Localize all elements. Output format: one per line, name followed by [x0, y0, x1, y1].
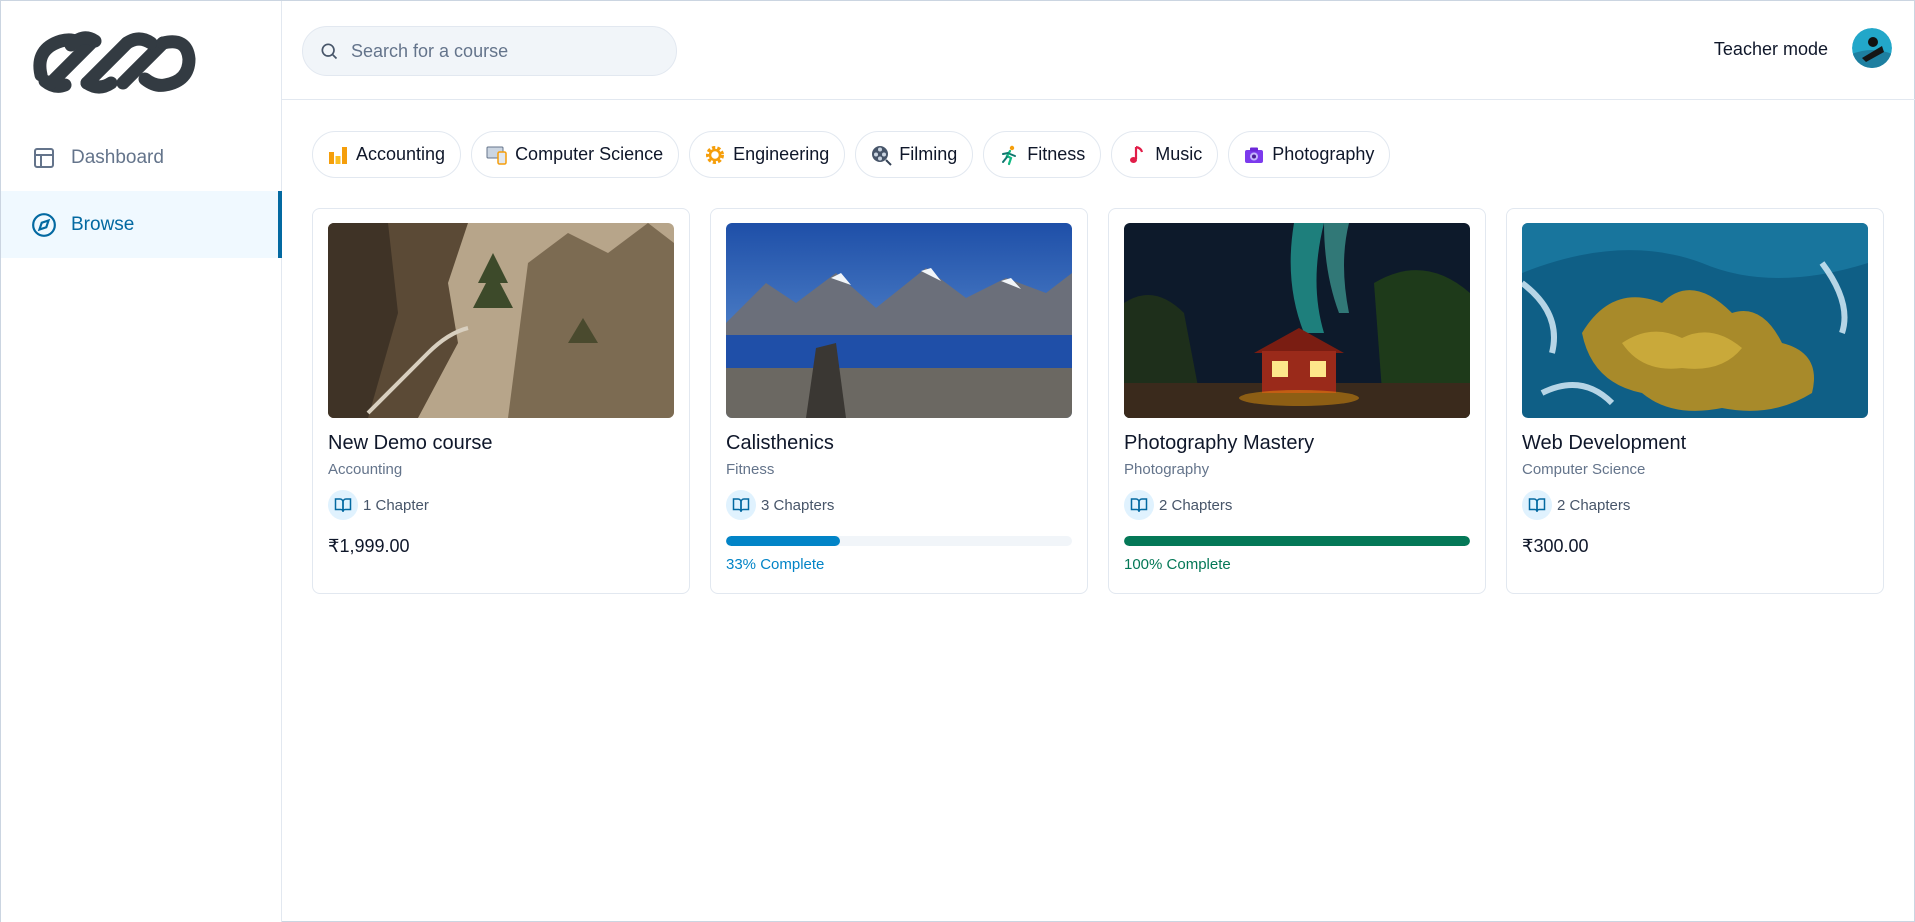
search-icon [321, 43, 338, 60]
course-price: ₹300.00 [1522, 536, 1589, 556]
course-title: Web Development [1522, 432, 1687, 454]
sidebar-item-label: Dashboard [71, 146, 164, 168]
category-chip-photography[interactable]: Photography [1228, 131, 1391, 178]
course-title: New Demo course [328, 432, 493, 454]
course-price: ₹1,999.00 [328, 536, 410, 556]
progress-bar [1124, 536, 1470, 546]
chapter-count: 3 Chapters [726, 490, 1072, 520]
sidebar-item-label: Browse [71, 213, 135, 235]
category-chip-engineering[interactable]: Engineering [689, 131, 846, 178]
book-open-icon [726, 490, 756, 520]
book-open-icon [1124, 490, 1154, 520]
course-card[interactable]: New Demo course Accounting 1 Chapter ₹1,… [312, 208, 690, 594]
chapter-count-label: 3 Chapters [761, 496, 835, 514]
course-title: Photography Mastery [1124, 432, 1315, 454]
course-thumbnail [328, 223, 674, 418]
search-input[interactable] [351, 40, 671, 62]
course-card[interactable]: Photography Mastery Photography 2 Chapte… [1108, 208, 1486, 594]
film-reel-icon [870, 144, 892, 166]
chapter-count-label: 2 Chapters [1159, 496, 1233, 514]
course-thumbnail [726, 223, 1072, 418]
course-card[interactable]: Web Development Computer Science 2 Chapt… [1506, 208, 1884, 594]
course-grid: New Demo course Accounting 1 Chapter ₹1,… [312, 208, 1884, 594]
course-category: Computer Science [1522, 461, 1646, 478]
chapter-count-label: 2 Chapters [1557, 496, 1631, 514]
computer-icon [486, 144, 508, 166]
book-open-icon [328, 490, 358, 520]
logo-icon[interactable] [31, 29, 196, 95]
running-icon [998, 144, 1020, 166]
category-label: Music [1155, 144, 1203, 164]
progress-label: 33% Complete [726, 556, 825, 573]
app-window: Dashboard Browse Teacher mode [0, 0, 1915, 922]
sidebar: Dashboard Browse [1, 1, 282, 922]
chapter-count: 1 Chapter [328, 490, 674, 520]
category-label: Fitness [1027, 144, 1086, 164]
course-thumbnail [1124, 223, 1470, 418]
course-category: Fitness [726, 461, 775, 478]
category-chip-accounting[interactable]: Accounting [312, 131, 462, 178]
bar-chart-icon [327, 144, 349, 166]
top-bar: Teacher mode [282, 1, 1915, 100]
category-filter-bar: Accounting Computer Science Engineering … [312, 131, 1391, 178]
gear-icon [704, 144, 726, 166]
category-label: Accounting [356, 144, 446, 164]
course-category: Accounting [328, 461, 403, 478]
chapter-count-label: 1 Chapter [363, 496, 429, 514]
course-title: Calisthenics [726, 432, 834, 454]
progress-fill [726, 536, 841, 546]
category-chip-music[interactable]: Music [1111, 131, 1219, 178]
camera-icon [1243, 144, 1265, 166]
book-open-icon [1522, 490, 1552, 520]
avatar[interactable] [1852, 28, 1892, 68]
sidebar-item-browse[interactable]: Browse [1, 191, 282, 258]
music-note-icon [1126, 144, 1148, 166]
course-category: Photography [1124, 461, 1210, 478]
teacher-mode-button[interactable]: Teacher mode [1714, 39, 1828, 60]
category-chip-computer-science[interactable]: Computer Science [471, 131, 680, 178]
compass-icon [31, 212, 57, 238]
category-label: Photography [1272, 144, 1375, 164]
progress-fill [1124, 536, 1470, 546]
progress-label: 100% Complete [1124, 556, 1231, 573]
category-label: Filming [899, 144, 958, 164]
chapter-count: 2 Chapters [1522, 490, 1868, 520]
layout-icon [31, 145, 57, 171]
category-label: Computer Science [515, 144, 664, 164]
search-box[interactable] [302, 26, 677, 76]
course-card[interactable]: Calisthenics Fitness 3 Chapters 33% Comp… [710, 208, 1088, 594]
sidebar-item-dashboard[interactable]: Dashboard [1, 124, 282, 191]
category-chip-fitness[interactable]: Fitness [983, 131, 1102, 178]
course-thumbnail [1522, 223, 1868, 418]
progress-bar [726, 536, 1072, 546]
category-chip-filming[interactable]: Filming [855, 131, 974, 178]
category-label: Engineering [733, 144, 830, 164]
chapter-count: 2 Chapters [1124, 490, 1470, 520]
